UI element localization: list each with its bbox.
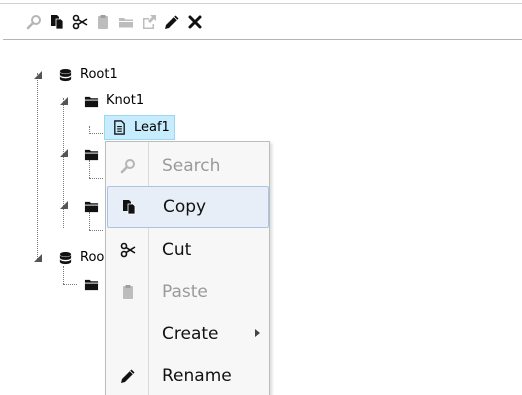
tree-connector — [63, 284, 77, 285]
context-menu-item-copy[interactable]: Copy — [107, 186, 269, 228]
expander-knot1[interactable] — [58, 95, 70, 107]
context-menu-item-search[interactable]: Search — [107, 145, 269, 187]
export-icon — [141, 14, 157, 34]
context-menu: Search Copy Cut Paste Create Rename — [105, 141, 270, 395]
folder-icon — [83, 198, 99, 214]
toolbar-delete-button[interactable] — [183, 12, 206, 36]
pencil-icon — [119, 367, 137, 385]
search-icon — [26, 14, 42, 34]
toolbar-export-button[interactable] — [137, 12, 160, 36]
submenu-arrow-icon — [255, 329, 260, 337]
copy-icon — [49, 14, 65, 34]
database-icon — [57, 67, 73, 83]
tree-connector — [37, 73, 38, 259]
toolbar-create-button[interactable] — [114, 12, 137, 36]
toolbar-search-button[interactable] — [22, 12, 45, 36]
context-menu-label: Cut — [162, 240, 192, 260]
tree-connector — [89, 133, 103, 134]
context-menu-label: Rename — [162, 366, 232, 386]
folder-icon — [83, 93, 99, 109]
copy-icon — [120, 198, 138, 216]
tree-node-label: Root1 — [80, 67, 118, 82]
tree-node-label: Leaf1 — [134, 119, 170, 135]
toolbar-copy-button[interactable] — [45, 12, 68, 36]
delete-icon — [187, 14, 203, 34]
context-menu-label: Create — [162, 324, 219, 344]
tree-node-root2-child[interactable] — [83, 273, 99, 295]
tree-node-root2[interactable]: Roo — [57, 247, 104, 269]
toolbar-rename-button[interactable] — [160, 12, 183, 36]
toolbar — [22, 12, 206, 36]
folder-icon — [118, 14, 134, 34]
expander-folder2[interactable] — [58, 147, 70, 159]
paste-icon — [119, 283, 137, 301]
toolbar-cut-button[interactable] — [68, 12, 91, 36]
context-menu-label: Copy — [163, 197, 207, 217]
tree-connector — [89, 230, 103, 231]
context-menu-label: Paste — [162, 282, 208, 302]
document-icon — [111, 120, 127, 136]
toolbar-paste-button[interactable] — [91, 12, 114, 36]
search-icon — [119, 157, 137, 175]
tree-node-folder2[interactable] — [83, 143, 99, 165]
expander-root2[interactable] — [32, 252, 44, 264]
cut-icon — [72, 14, 88, 34]
tree-node-label: Roo — [80, 250, 105, 265]
context-menu-item-paste[interactable]: Paste — [107, 271, 269, 313]
tree-node-root1[interactable]: Root1 — [57, 64, 118, 86]
tree-node-folder3[interactable] — [83, 195, 99, 217]
pencil-icon — [164, 14, 180, 34]
context-menu-item-rename[interactable]: Rename — [107, 355, 269, 395]
context-menu-item-create[interactable]: Create — [107, 313, 269, 355]
paste-icon — [95, 14, 111, 34]
tree-node-knot1[interactable]: Knot1 — [83, 90, 144, 112]
window-top-border — [0, 0, 522, 4]
context-menu-item-cut[interactable]: Cut — [107, 229, 269, 271]
context-menu-label: Search — [162, 156, 221, 176]
expander-root1[interactable] — [32, 69, 44, 81]
tree-connector — [89, 178, 103, 179]
tree-node-label: Knot1 — [106, 93, 145, 108]
tree-node-leaf1[interactable]: Leaf1 — [104, 115, 175, 140]
folder-icon — [83, 146, 99, 162]
database-icon — [57, 250, 73, 266]
folder-icon — [83, 276, 99, 292]
expander-folder3[interactable] — [58, 199, 70, 211]
cut-icon — [119, 241, 137, 259]
